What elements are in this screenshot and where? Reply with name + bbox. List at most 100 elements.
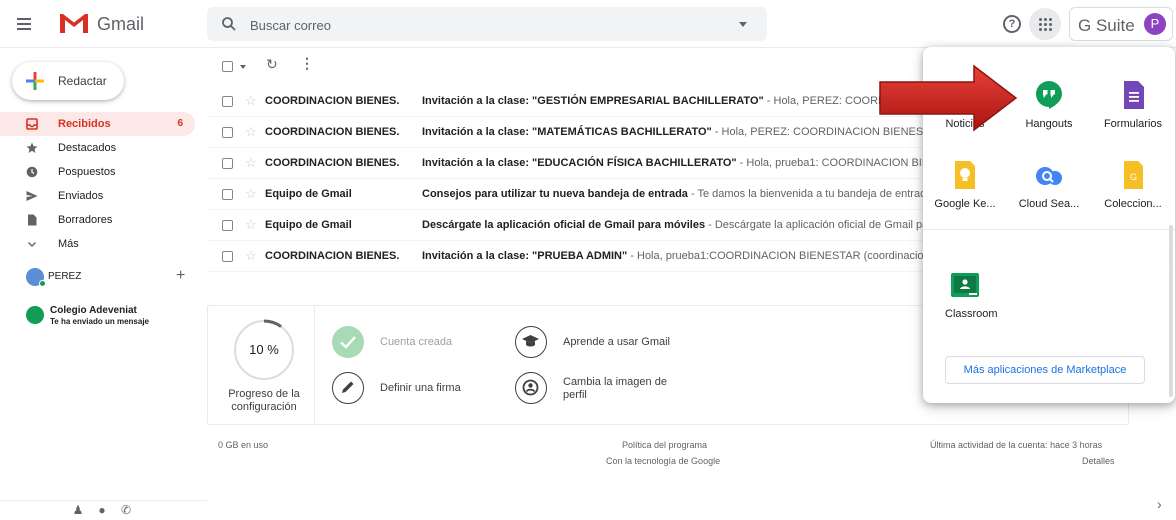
- star-icon[interactable]: ☆: [245, 155, 257, 171]
- plus-icon: [26, 72, 44, 90]
- sidebar-item-inbox[interactable]: Recibidos 6: [0, 112, 195, 136]
- more-options-icon[interactable]: ⋮: [300, 55, 314, 72]
- search-icon[interactable]: [221, 16, 237, 32]
- row-checkbox[interactable]: [222, 127, 233, 138]
- sidebar-item-starred[interactable]: Destacados: [0, 136, 195, 160]
- sidebar-item-label: Más: [58, 238, 79, 250]
- popup-scrollbar[interactable]: [1169, 225, 1173, 397]
- progress-label: Progreso de la configuración: [228, 388, 300, 413]
- hangouts-user[interactable]: PEREZ +: [26, 266, 206, 288]
- hangouts-contact[interactable]: Colegio Adeveniat Te ha enviado un mensa…: [26, 304, 206, 330]
- step-label: Cuenta creada: [380, 336, 453, 348]
- select-options-icon[interactable]: [240, 65, 246, 69]
- gsuite-logo: G Suite: [1078, 16, 1135, 35]
- email-sender: COORDINACION BIENES.: [265, 126, 400, 138]
- avatar[interactable]: P: [1144, 13, 1166, 35]
- app-name: Google Ke...: [934, 198, 996, 210]
- gmail-logo-icon[interactable]: [58, 11, 90, 35]
- email-subject: Descárgate la aplicación oficial de Gmai…: [422, 219, 706, 231]
- compose-button[interactable]: Redactar: [12, 62, 124, 100]
- star-icon[interactable]: ☆: [245, 93, 257, 109]
- email-snippet: - Descárgate la aplicación oficial de Gm…: [705, 219, 932, 231]
- step-label: Cambia la imagen de perfil: [563, 376, 667, 401]
- star-icon[interactable]: ☆: [245, 248, 257, 264]
- gmail-logo-text[interactable]: Gmail: [97, 14, 144, 35]
- compose-label: Redactar: [58, 74, 107, 88]
- email-sender: COORDINACION BIENES.: [265, 250, 400, 262]
- email-snippet: - Te damos la bienvenida a tu bandeja de…: [687, 188, 933, 200]
- check-icon: [332, 326, 364, 358]
- app-hangouts[interactable]: Hangouts: [1007, 79, 1091, 149]
- search-bar[interactable]: Buscar correo: [207, 7, 767, 41]
- row-checkbox[interactable]: [222, 220, 233, 231]
- sidebar-item-snoozed[interactable]: Pospuestos: [0, 160, 195, 184]
- last-activity-text: Última actividad de la cuenta: hace 3 ho…: [930, 440, 1103, 450]
- app-forms[interactable]: Formularios: [1091, 79, 1175, 149]
- refresh-icon[interactable]: ↻: [266, 56, 278, 73]
- sidebar-item-label: Destacados: [58, 142, 117, 154]
- policy-link[interactable]: Política del programa: [622, 440, 707, 450]
- app-name: Hangouts: [1025, 118, 1073, 130]
- forms-icon: [1124, 81, 1144, 109]
- collections-icon: G: [1124, 161, 1143, 189]
- row-checkbox[interactable]: [222, 189, 233, 200]
- sidebar-item-drafts[interactable]: Borradores: [0, 208, 195, 232]
- contact-avatar: [26, 306, 44, 324]
- new-chat-icon[interactable]: +: [176, 267, 185, 285]
- sidebar-item-sent[interactable]: Enviados: [0, 184, 195, 208]
- row-checkbox[interactable]: [222, 96, 233, 107]
- row-checkbox[interactable]: [222, 251, 233, 262]
- app-classroom[interactable]: Classroom: [923, 269, 1007, 339]
- chevron-right-icon[interactable]: ›: [1157, 496, 1162, 512]
- step-label: Definir una firma: [380, 382, 461, 394]
- hangouts-chat-icon[interactable]: ●: [96, 504, 108, 516]
- email-subject: Invitación a la clase: "MATEMÁTICAS BACH…: [422, 126, 712, 138]
- contact-name: Colegio Adeveniat: [50, 305, 137, 316]
- step-label: Aprende a usar Gmail: [563, 336, 670, 348]
- hangouts-user-name: PEREZ: [48, 271, 82, 282]
- powered-by-text: Con la tecnología de Google: [606, 456, 721, 466]
- star-icon[interactable]: ☆: [245, 186, 257, 202]
- account-switcher[interactable]: G Suite P: [1069, 7, 1173, 41]
- draft-icon: [28, 214, 37, 226]
- email-subject-line: Invitación a la clase: "GESTIÓN EMPRESAR…: [422, 95, 924, 107]
- email-subject-line: Invitación a la clase: "MATEMÁTICAS BACH…: [422, 126, 957, 138]
- app-cloud-search[interactable]: Cloud Sea...: [1007, 159, 1091, 229]
- pen-icon: [332, 372, 364, 404]
- email-subject-line: Invitación a la clase: "EDUCACIÓN FÍSICA…: [422, 157, 959, 169]
- select-all-checkbox[interactable]: [222, 61, 233, 72]
- keep-icon: [955, 161, 975, 189]
- storage-usage: 0 GB en uso: [218, 440, 269, 450]
- app-collections[interactable]: G Coleccion...: [1091, 159, 1175, 229]
- row-checkbox[interactable]: [222, 158, 233, 169]
- main-menu-icon[interactable]: [12, 12, 36, 36]
- profile-icon: [515, 372, 547, 404]
- marketplace-button[interactable]: Más aplicaciones de Marketplace: [945, 356, 1145, 384]
- email-subject: Consejos para utilizar tu nueva bandeja …: [422, 188, 688, 200]
- app-name: Formularios: [1103, 118, 1163, 130]
- hangouts-bottom-bar: ♟ ● ✆: [0, 500, 207, 520]
- send-icon: [26, 191, 38, 201]
- search-input[interactable]: Buscar correo: [250, 18, 331, 33]
- email-subject-line: Consejos para utilizar tu nueva bandeja …: [422, 188, 932, 200]
- details-link[interactable]: Detalles: [1082, 456, 1115, 466]
- email-sender: Equipo de Gmail: [265, 188, 352, 200]
- phone-icon[interactable]: ✆: [120, 504, 132, 516]
- apps-launcher-button[interactable]: [1029, 8, 1061, 40]
- sidebar-item-more[interactable]: Más: [0, 232, 195, 256]
- star-icon[interactable]: ☆: [245, 217, 257, 233]
- hangouts-icon: [1036, 81, 1062, 109]
- app-keep[interactable]: Google Ke...: [923, 159, 1007, 229]
- app-name: Coleccion...: [1104, 198, 1162, 210]
- star-icon[interactable]: ☆: [245, 124, 257, 140]
- help-icon[interactable]: ?: [1003, 15, 1021, 33]
- star-icon: [26, 142, 38, 153]
- svg-text:G: G: [1130, 172, 1137, 182]
- top-bar: Gmail Buscar correo ? G Suite P: [0, 0, 1176, 48]
- clock-icon: [26, 166, 38, 178]
- red-arrow-annotation: [879, 64, 1018, 132]
- email-subject: Invitación a la clase: "PRUEBA ADMIN": [422, 250, 628, 262]
- contact-status: Te ha enviado un mensaje: [50, 317, 149, 326]
- search-options-icon[interactable]: [739, 22, 747, 27]
- contacts-icon[interactable]: ♟: [72, 504, 84, 516]
